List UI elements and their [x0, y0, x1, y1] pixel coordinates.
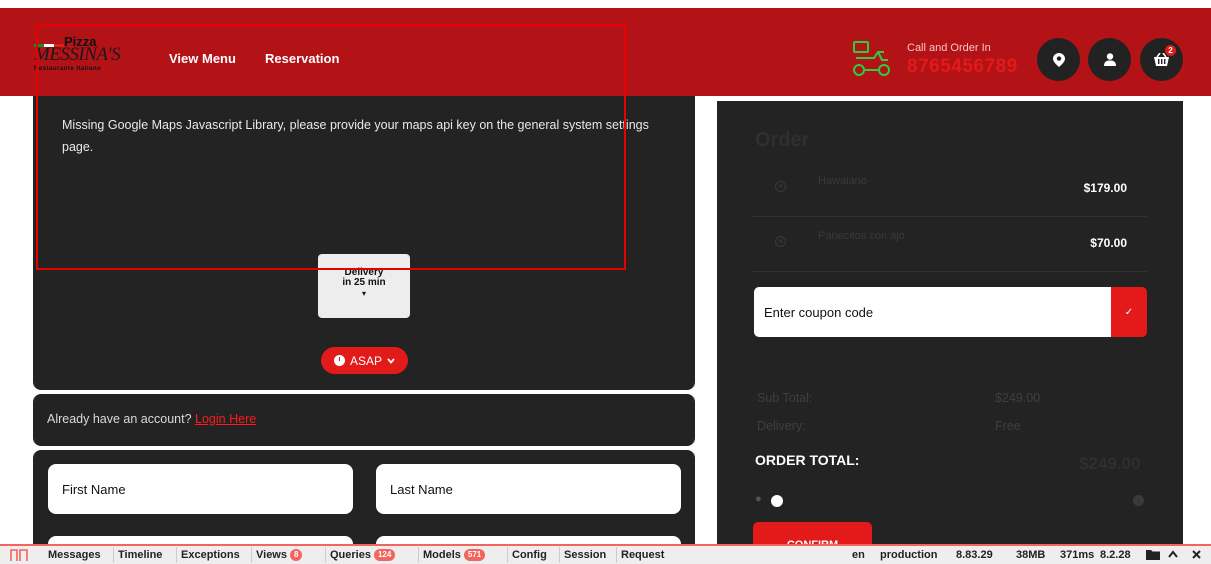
- debugbar-time: 371ms: [1060, 549, 1095, 561]
- cart-button[interactable]: 2: [1140, 38, 1183, 81]
- delivery-fee-label: Delivery:: [757, 419, 806, 433]
- debugbar-tab-label: Session: [564, 549, 607, 561]
- phone-number[interactable]: 8765456789: [907, 56, 1018, 78]
- order-item: ✕ Panecitos con ajo $70.00: [753, 222, 1147, 272]
- close-icon[interactable]: [1192, 550, 1201, 559]
- pager-next-icon[interactable]: ›: [1133, 495, 1144, 506]
- user-icon: [1103, 53, 1116, 66]
- debugbar-separator: [325, 547, 326, 563]
- order-item-price: $179.00: [1083, 181, 1127, 195]
- debugbar-tab-timeline[interactable]: Timeline: [118, 549, 162, 561]
- debugbar-tab-label: Queries: [330, 549, 371, 561]
- debugbar-tab-badge: 571: [463, 549, 486, 561]
- chevron-down-icon: [387, 357, 395, 364]
- remove-item-icon[interactable]: ✕: [775, 236, 786, 247]
- order-item: ✕ Hawaiano $179.00: [753, 167, 1147, 217]
- debugbar-tab-label: Views: [256, 549, 287, 561]
- debug-toolbar: Messages Timeline Exceptions Views 8 Queries 1…: [0, 544, 1211, 564]
- account-prompt-text: Already have an account?: [47, 412, 192, 426]
- delivery-mode-button[interactable]: Delivery in 25 min ▾: [318, 254, 410, 318]
- call-label: Call and Order In: [907, 42, 991, 54]
- order-total-label: ORDER TOTAL:: [755, 452, 860, 468]
- logo-line-3: Restaurante Italiano: [34, 66, 102, 72]
- account-prompt: Already have an account? Login Here: [47, 412, 256, 426]
- order-title: Order: [755, 129, 810, 151]
- debugbar-separator: [251, 547, 252, 563]
- debugbar-tab-session[interactable]: Session: [564, 549, 606, 561]
- location-button[interactable]: [1037, 38, 1080, 81]
- chevron-down-icon: ▾: [361, 289, 366, 298]
- debugbar-tab-label: Request: [621, 549, 665, 561]
- debugbar-tab-label: Timeline: [118, 549, 163, 561]
- debugbar-separator: [559, 547, 560, 563]
- debugbar-tab-label: Messages: [48, 549, 101, 561]
- maps-error-message: Missing Google Maps Javascript Library, …: [62, 118, 649, 154]
- apply-coupon-button[interactable]: ✓: [1111, 287, 1147, 337]
- debugbar-separator: [176, 547, 177, 563]
- restaurant-logo[interactable]: Pizza MESSINA'S Restaurante Italiano: [34, 34, 134, 74]
- debugbar-tab-models[interactable]: Models 571: [423, 549, 486, 561]
- scooter-icon: [853, 41, 890, 76]
- debugbar-memory: 38MB: [1016, 549, 1046, 561]
- order-item-name: Panecitos con ajo: [818, 230, 905, 242]
- delivery-fee-value: Free: [995, 419, 1021, 433]
- asap-time-button[interactable]: ASAP: [321, 347, 408, 374]
- order-total-value: $249.00: [1079, 454, 1141, 473]
- login-link[interactable]: Login Here: [195, 412, 256, 426]
- delivery-time-label: in 25 min: [342, 277, 386, 288]
- debugbar-tab-badge: 8: [290, 549, 303, 561]
- subtotal-value: $249.00: [995, 391, 1041, 405]
- debugbar-tab-label: Config: [512, 549, 547, 561]
- debugbar-env: production: [880, 549, 938, 561]
- clock-icon: [333, 355, 345, 366]
- debugbar-logo-icon[interactable]: [10, 548, 28, 562]
- debugbar-tab-request[interactable]: Request: [621, 549, 664, 561]
- cart-count-badge: 2: [1165, 45, 1176, 56]
- last-name-field[interactable]: [376, 464, 681, 514]
- debugbar-tab-label: Models: [423, 549, 461, 561]
- order-item-name: Hawaiano: [818, 175, 867, 187]
- debugbar-tab-config[interactable]: Config: [512, 549, 547, 561]
- order-item-price: $70.00: [1090, 236, 1127, 250]
- nav-reservation[interactable]: Reservation: [265, 51, 339, 66]
- user-button[interactable]: [1088, 38, 1131, 81]
- map-panel: Missing Google Maps Javascript Library, …: [33, 96, 695, 390]
- page: Pizza MESSINA'S Restaurante Italiano Vie…: [0, 0, 1211, 564]
- remove-item-icon[interactable]: ✕: [775, 181, 786, 192]
- debugbar-separator: [616, 547, 617, 563]
- first-name-field[interactable]: [48, 464, 353, 514]
- logo-line-2: MESSINA'S: [34, 44, 121, 65]
- debugbar-php-version: 8.2.28: [1100, 549, 1131, 561]
- nav-view-menu[interactable]: View Menu: [169, 51, 236, 66]
- debugbar-tab-views[interactable]: Views 8: [256, 549, 303, 561]
- debugbar-tab-label: Exceptions: [181, 549, 240, 561]
- asap-label: ASAP: [349, 353, 382, 368]
- top-navbar: Pizza MESSINA'S Restaurante Italiano Vie…: [0, 8, 1211, 96]
- coupon-input[interactable]: [754, 287, 1112, 337]
- pager-prev-icon[interactable]: ●: [755, 493, 762, 505]
- account-panel: Already have an account? Login Here: [33, 394, 695, 446]
- debugbar-separator: [418, 547, 419, 563]
- chevron-up-icon[interactable]: [1168, 550, 1178, 558]
- debugbar-separator: [507, 547, 508, 563]
- order-summary-panel: Order ✕ Hawaiano $179.00 ✕ Panecitos con…: [717, 101, 1183, 564]
- location-pin-icon: [1052, 52, 1065, 67]
- check-icon: ✓: [1124, 306, 1134, 318]
- debugbar-tab-messages[interactable]: Messages: [48, 549, 101, 561]
- debugbar-laravel-version: 8.83.29: [956, 549, 993, 561]
- pager-active-dot[interactable]: [771, 495, 783, 507]
- subtotal-label: Sub Total:: [757, 391, 813, 405]
- debugbar-tab-exceptions[interactable]: Exceptions: [181, 549, 240, 561]
- debugbar-tab-queries[interactable]: Queries 124: [330, 549, 396, 561]
- folder-icon[interactable]: [1146, 549, 1160, 560]
- debugbar-tab-badge: 124: [373, 549, 396, 561]
- debugbar-separator: [113, 547, 114, 563]
- debugbar-locale: en: [852, 549, 865, 561]
